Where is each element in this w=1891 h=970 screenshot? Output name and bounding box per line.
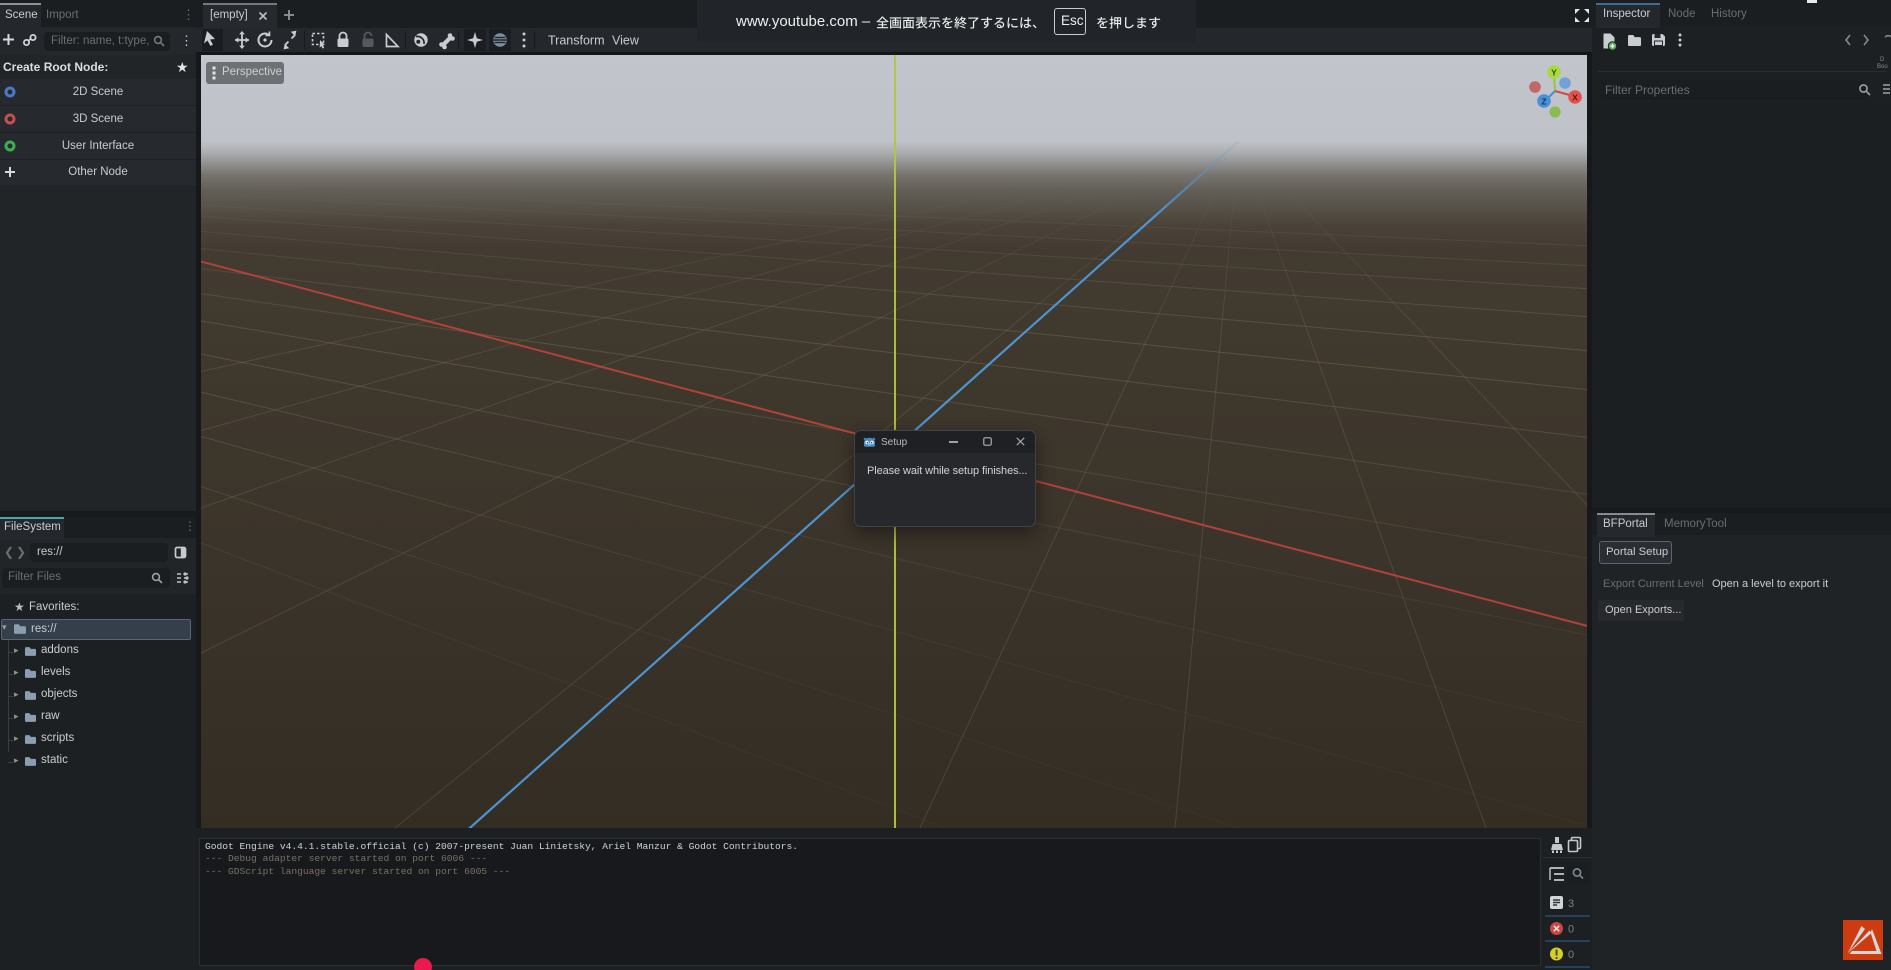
svg-text:3: 3 [1568,898,1574,910]
svg-text:Transform: Transform [548,34,605,48]
svg-text:X: X [1572,93,1578,103]
svg-text:0: 0 [1568,924,1574,936]
svg-text:Y: Y [1551,68,1557,78]
svg-text:D: D [1880,57,1885,63]
svg-text:Boo: Boo [1877,64,1888,70]
svg-text:Z: Z [1541,97,1546,107]
svg-text:0: 0 [1568,949,1574,961]
svg-text:View: View [612,34,640,48]
